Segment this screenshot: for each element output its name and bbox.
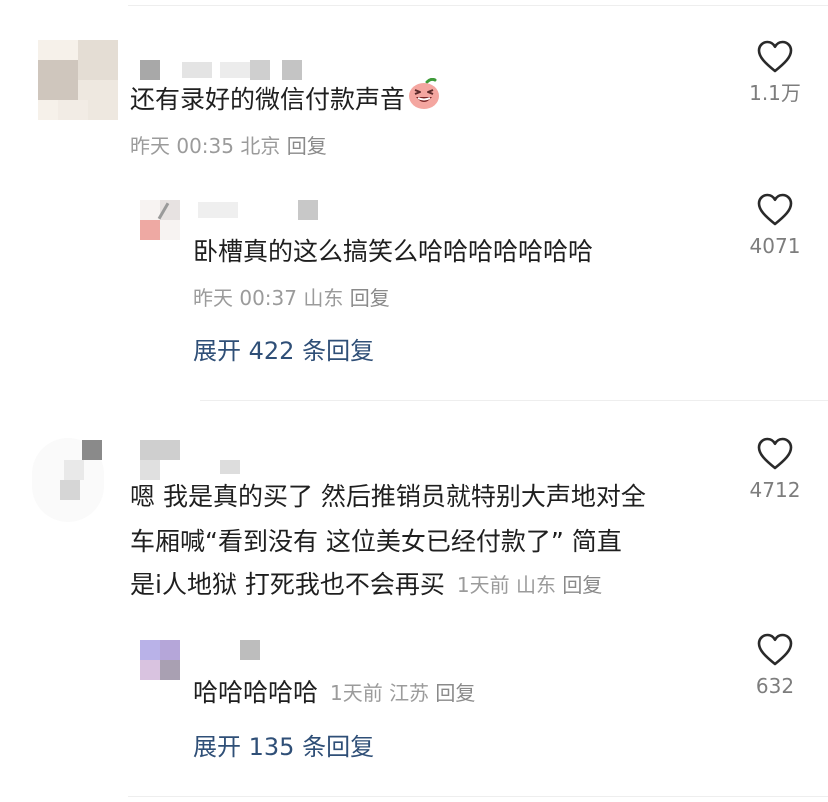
- comment-divider: [200, 400, 828, 401]
- reply-text: 卧槽真的这么搞笑么哈哈哈哈哈哈哈: [193, 237, 594, 266]
- expand-replies-link[interactable]: 展开 135 条回复: [193, 731, 374, 763]
- like-count: 1.1万: [749, 81, 801, 105]
- heart-outline-icon: [757, 193, 793, 226]
- like-button[interactable]: 1.1万: [725, 40, 825, 106]
- reply-avatar[interactable]: [140, 200, 180, 240]
- heart-outline-icon: [757, 40, 793, 73]
- avatar[interactable]: [32, 438, 104, 522]
- reply-meta: 昨天 00:37 山东 回复: [193, 284, 390, 312]
- reply-text: 哈哈哈哈哈: [193, 678, 319, 707]
- comment-text-content: 还有录好的微信付款声音: [130, 85, 406, 114]
- reply-time: 1天前: [329, 681, 383, 705]
- heart-outline-icon: [757, 633, 793, 666]
- like-button[interactable]: 4712: [725, 437, 825, 503]
- comment-meta: 1天前 山东 回复: [457, 573, 602, 597]
- avatar[interactable]: [38, 40, 118, 120]
- bottom-divider: [128, 796, 828, 797]
- comment-time: 昨天 00:35: [130, 134, 234, 158]
- reply-button[interactable]: 回复: [435, 681, 475, 705]
- reply-location: 江苏: [389, 681, 430, 705]
- reply-button[interactable]: 回复: [350, 286, 390, 310]
- comment-time: 1天前: [456, 573, 510, 597]
- reply-button[interactable]: 回复: [287, 134, 327, 158]
- comment-text: 还有录好的微信付款声音: [130, 77, 441, 124]
- expand-replies-link[interactable]: 展开 422 条回复: [193, 335, 374, 367]
- reply-meta: 1天前 江苏 回复: [330, 681, 475, 705]
- reply-username[interactable]: [240, 640, 260, 660]
- comment-location: 山东: [515, 573, 556, 597]
- username[interactable]: [140, 60, 330, 80]
- reply-like-button[interactable]: 4071: [725, 193, 825, 259]
- reply-time: 昨天 00:37: [193, 286, 297, 310]
- reply-username[interactable]: [198, 200, 328, 220]
- reply-like-count: 4071: [749, 234, 801, 258]
- reply-like-count: 632: [755, 674, 795, 698]
- reply-like-button[interactable]: 632: [725, 633, 825, 699]
- comment-location: 北京: [240, 134, 281, 158]
- comment-text-line-3-row: 是i人地狱 打死我也不会再买 1天前 山东 回复: [130, 563, 602, 607]
- reply-button[interactable]: 回复: [562, 573, 602, 597]
- comment-text-line-2: 车厢喊“看到没有 这位美女已经付款了” 简直: [130, 527, 622, 556]
- top-divider: [128, 5, 828, 6]
- grinning-face-emoji-icon: [407, 77, 441, 124]
- reply-avatar[interactable]: [140, 640, 180, 680]
- comment-text-line-1: 嗯 我是真的买了 然后推销员就特别大声地对全: [130, 482, 646, 511]
- reply-text-row: 哈哈哈哈哈 1天前 江苏 回复: [193, 671, 475, 715]
- comment-text-line-3: 是i人地狱 打死我也不会再买: [130, 570, 445, 599]
- username[interactable]: [140, 440, 260, 480]
- heart-outline-icon: [757, 437, 793, 470]
- like-count: 4712: [749, 478, 801, 502]
- reply-location: 山东: [303, 286, 344, 310]
- comment-meta: 昨天 00:35 北京 回复: [130, 132, 327, 160]
